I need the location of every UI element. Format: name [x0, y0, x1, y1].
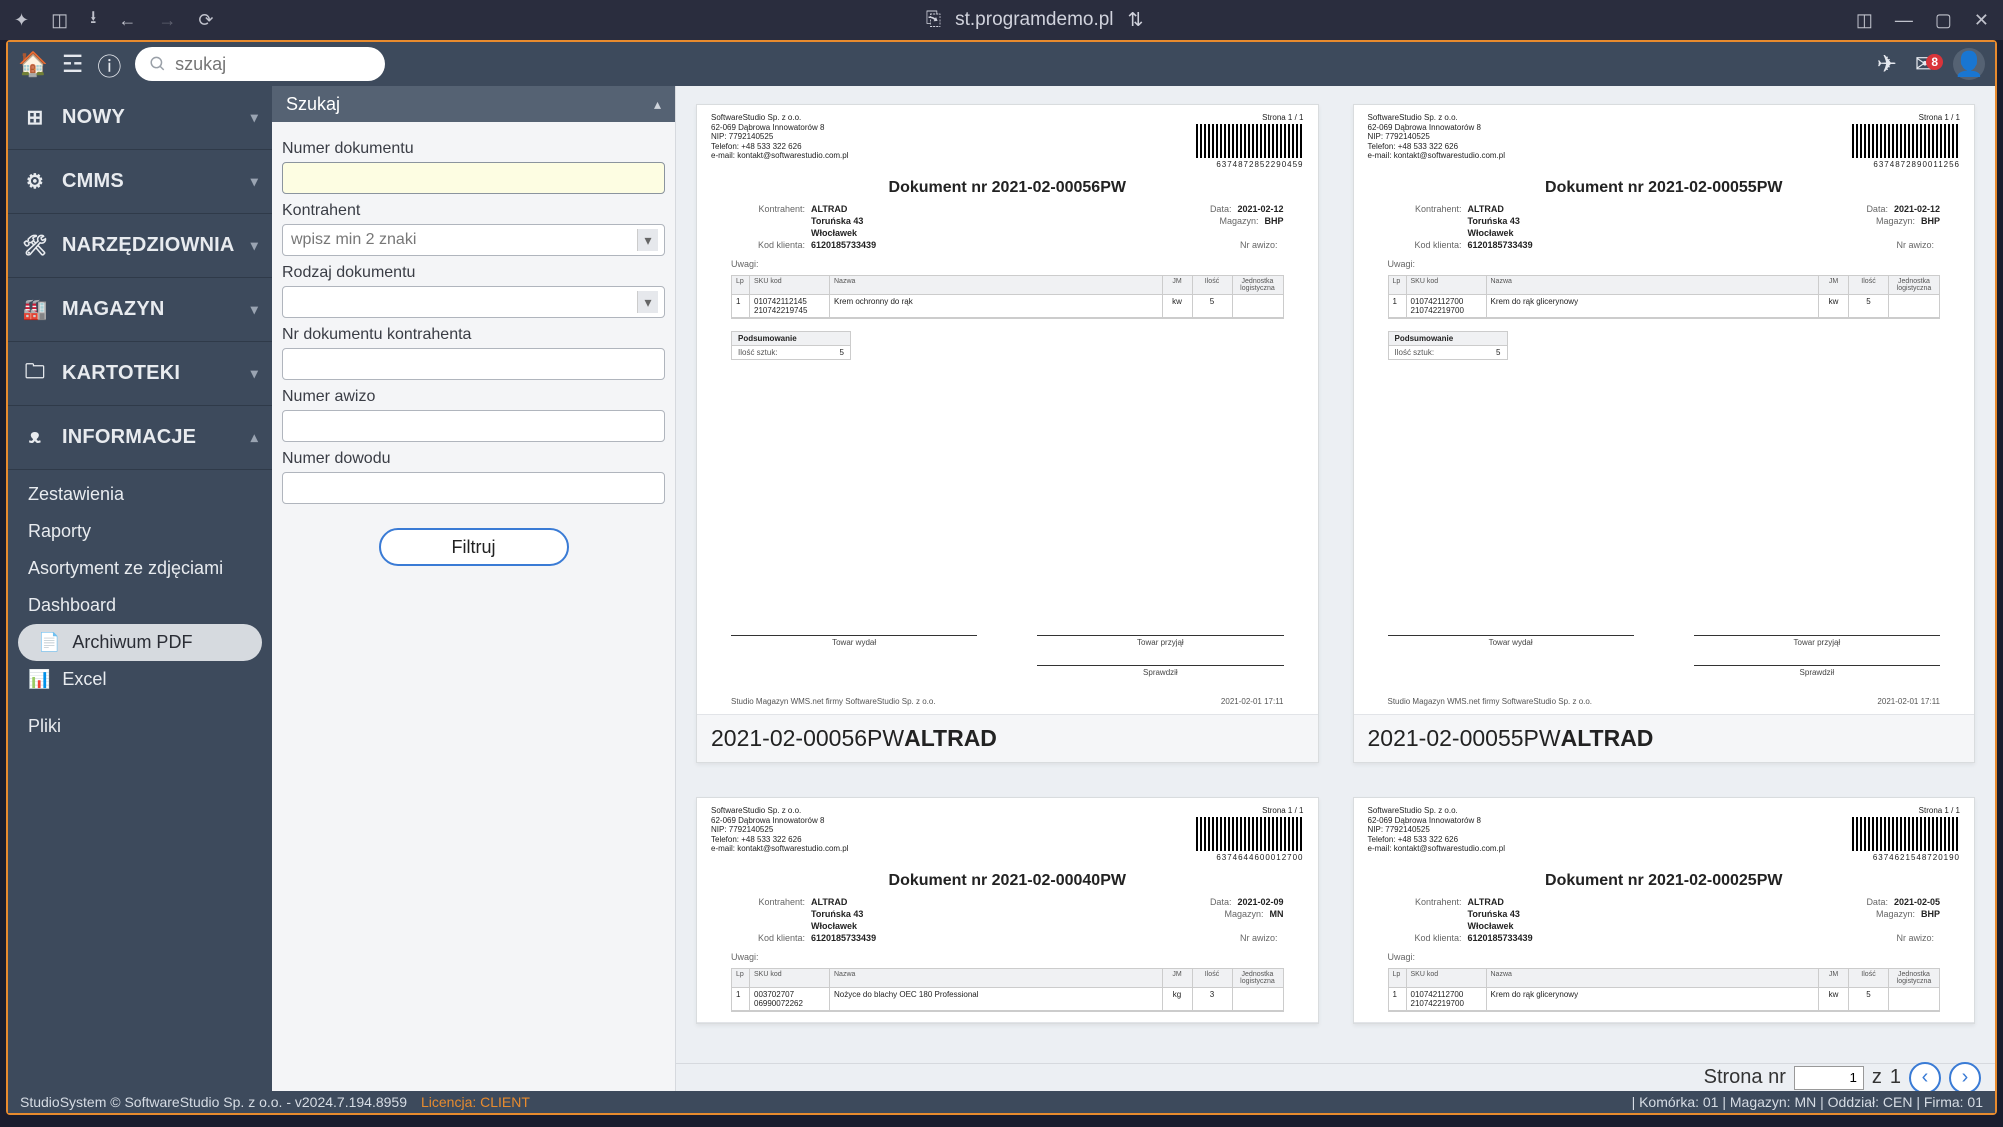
documents-area: SoftwareStudio Sp. z o.o. 62-069 Dąbrowa…: [676, 86, 1995, 1063]
submenu-informacje: Zestawienia Raporty Asortyment ze zdjęci…: [8, 470, 272, 751]
barcode-icon: [1852, 124, 1960, 158]
barcode-icon: [1196, 817, 1304, 851]
send-icon[interactable]: ✈: [1877, 50, 1897, 79]
chevron-up-icon: ▴: [251, 429, 258, 446]
sub-archiwum-pdf[interactable]: 📄Archiwum PDF: [18, 624, 262, 661]
lbl-numer-dokumentu: Numer dokumentu: [282, 140, 665, 158]
sub-zestawienia[interactable]: Zestawienia: [8, 476, 272, 513]
star-icon[interactable]: ✦: [14, 10, 29, 31]
settings-icon[interactable]: ⇅: [1128, 9, 1144, 32]
chevron-down-icon: ▾: [251, 301, 258, 318]
mail-badge: 8: [1926, 54, 1943, 70]
plus-icon: ⊞: [22, 105, 48, 130]
chevron-down-icon: ▾: [251, 365, 258, 382]
sidebar: ⊞NOWY▾ ⚙CMMS▾ 🛠NARZĘDZIOWNIA▾ 🏭MAGAZYN▾ …: [8, 86, 272, 1091]
top-toolbar: 🏠 ☲ ⓘ ✈ ✉ 8 👤: [8, 42, 1995, 86]
panel-icon[interactable]: ◫: [1856, 10, 1873, 31]
chevron-down-icon: ▾: [251, 237, 258, 254]
nav-nowy[interactable]: ⊞NOWY▾: [8, 86, 272, 150]
reload-icon[interactable]: ⟳: [198, 10, 213, 31]
folder-icon: 🗀: [22, 357, 48, 391]
page-input[interactable]: [1794, 1066, 1864, 1090]
chart-icon: ᴥ: [22, 426, 48, 449]
sub-asortyment[interactable]: Asortyment ze zdjęciami: [8, 550, 272, 587]
sub-pliki[interactable]: Pliki: [8, 708, 272, 745]
lbl-kontrahent: Kontrahent: [282, 202, 665, 220]
document-preview: SoftwareStudio Sp. z o.o. 62-069 Dąbrowa…: [697, 105, 1318, 715]
maximize-icon[interactable]: ▢: [1935, 10, 1952, 31]
search-icon: [149, 54, 167, 74]
barcode-icon: [1852, 817, 1960, 851]
document-caption: 2021-02-00056PWALTRAD: [697, 715, 1318, 762]
select-rodzaj[interactable]: [282, 286, 665, 318]
list-icon[interactable]: ☲: [62, 50, 84, 79]
select-kontrahent[interactable]: wpisz min 2 znaki: [282, 224, 665, 256]
sidebar-toggle-icon[interactable]: ◫: [51, 10, 68, 31]
excel-icon: 📊: [28, 669, 50, 690]
mail-button[interactable]: ✉ 8: [1915, 50, 1935, 79]
lbl-dowod: Numer dowodu: [282, 450, 665, 468]
user-icon[interactable]: 👤: [1953, 48, 1985, 80]
lbl-rodzaj: Rodzaj dokumentu: [282, 264, 665, 282]
close-icon[interactable]: ✕: [1974, 10, 1989, 31]
document-card[interactable]: SoftwareStudio Sp. z o.o. 62-069 Dąbrowa…: [1353, 104, 1976, 763]
nav-narzedziownia[interactable]: 🛠NARZĘDZIOWNIA▾: [8, 214, 272, 278]
lbl-awizo: Numer awizo: [282, 388, 665, 406]
chevron-down-icon: ▾: [251, 173, 258, 190]
sub-excel[interactable]: 📊Excel: [8, 661, 272, 698]
filter-button[interactable]: Filtruj: [379, 528, 569, 566]
back-icon[interactable]: ←: [118, 10, 136, 31]
gear-icon: ⚙: [22, 169, 48, 194]
minimize-icon[interactable]: —: [1895, 10, 1913, 31]
status-bar: StudioSystem © SoftwareStudio Sp. z o.o.…: [8, 1091, 1995, 1113]
document-caption: 2021-02-00055PWALTRAD: [1354, 715, 1975, 762]
lbl-nr-kontrahenta: Nr dokumentu kontrahenta: [282, 326, 665, 344]
link-icon: ⎘: [926, 9, 941, 31]
download-icon[interactable]: ⭳: [90, 5, 96, 35]
tools-icon: 🛠: [22, 233, 48, 258]
next-page-button[interactable]: ›: [1949, 1062, 1981, 1094]
document-preview: SoftwareStudio Sp. z o.o. 62-069 Dąbrowa…: [1354, 105, 1975, 715]
input-awizo[interactable]: [282, 410, 665, 442]
document-card[interactable]: SoftwareStudio Sp. z o.o. 62-069 Dąbrowa…: [1353, 797, 1976, 1024]
global-search[interactable]: [135, 47, 385, 81]
nav-cmms[interactable]: ⚙CMMS▾: [8, 150, 272, 214]
document-card[interactable]: SoftwareStudio Sp. z o.o. 62-069 Dąbrowa…: [696, 797, 1319, 1024]
barcode-icon: [1196, 124, 1304, 158]
app-window: 🏠 ☲ ⓘ ✈ ✉ 8 👤 ⊞NOWY▾ ⚙CMMS▾ 🛠NARZĘDZIOWN…: [6, 40, 1997, 1115]
search-panel: Szukaj ▴ Numer dokumentu Kontrahent wpis…: [272, 86, 676, 1091]
pager: Strona nr z 1 ‹ ›: [676, 1063, 1995, 1091]
input-nr-kontrahenta[interactable]: [282, 348, 665, 380]
info-icon[interactable]: ⓘ: [97, 47, 121, 82]
url-text[interactable]: st.programdemo.pl: [955, 9, 1113, 31]
document-preview: SoftwareStudio Sp. z o.o. 62-069 Dąbrowa…: [697, 798, 1318, 1023]
sub-dashboard[interactable]: Dashboard: [8, 587, 272, 624]
home-icon[interactable]: 🏠: [18, 50, 48, 79]
search-header: Szukaj ▴: [272, 86, 675, 122]
browser-chrome: ✦ ◫ ⭳ ← → ⟳ ⎘ st.programdemo.pl ⇅ ◫ — ▢ …: [0, 0, 2003, 40]
warehouse-icon: 🏭: [22, 297, 48, 322]
search-input[interactable]: [175, 54, 371, 75]
prev-page-button[interactable]: ‹: [1909, 1062, 1941, 1094]
chevron-down-icon: ▾: [251, 109, 258, 126]
forward-icon[interactable]: →: [158, 10, 176, 31]
sub-raporty[interactable]: Raporty: [8, 513, 272, 550]
input-numer-dokumentu[interactable]: [282, 162, 665, 194]
nav-informacje[interactable]: ᴥINFORMACJE▴: [8, 406, 272, 470]
collapse-icon[interactable]: ▴: [654, 96, 661, 113]
document-card[interactable]: SoftwareStudio Sp. z o.o. 62-069 Dąbrowa…: [696, 104, 1319, 763]
input-dowod[interactable]: [282, 472, 665, 504]
document-preview: SoftwareStudio Sp. z o.o. 62-069 Dąbrowa…: [1354, 798, 1975, 1023]
pdf-icon: 📄: [38, 632, 60, 653]
nav-kartoteki[interactable]: 🗀KARTOTEKI▾: [8, 342, 272, 406]
nav-magazyn[interactable]: 🏭MAGAZYN▾: [8, 278, 272, 342]
